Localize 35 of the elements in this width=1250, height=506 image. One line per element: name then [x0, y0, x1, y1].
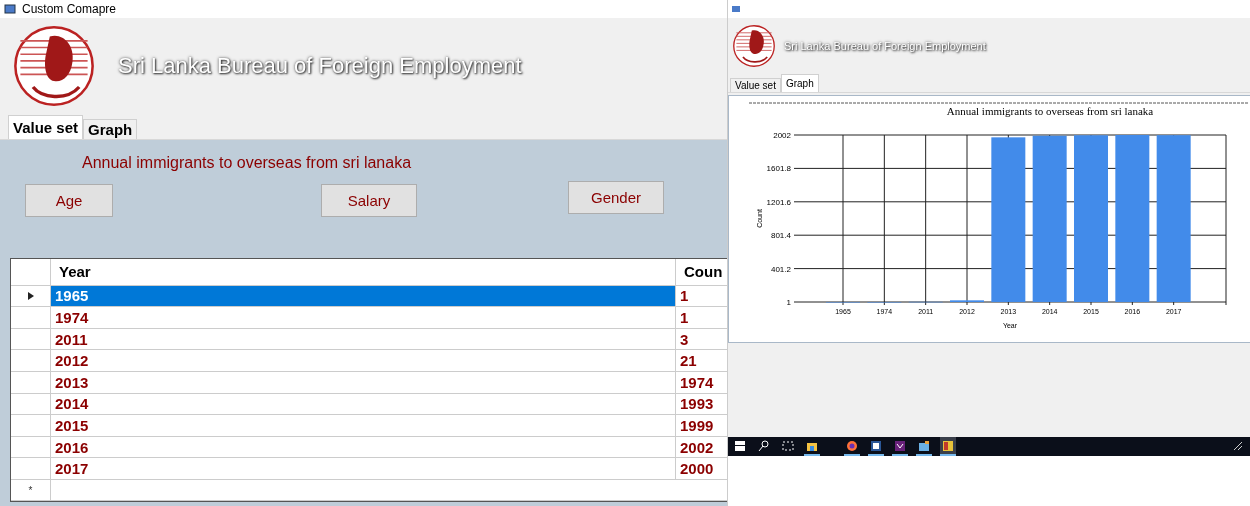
- app-window-icon: [918, 439, 930, 452]
- document-icon: [870, 439, 882, 452]
- header-title: Sri Lanka Bureau of Foreign Employment: [118, 53, 522, 80]
- taskbar-app-button[interactable]: [940, 437, 956, 456]
- form-app-icon: [942, 439, 954, 452]
- task-view-icon: [782, 439, 794, 452]
- y-tick-label: 2002: [773, 131, 791, 140]
- y-tick-label: 1201.6: [766, 197, 791, 207]
- column-header[interactable]: Year: [51, 258, 676, 285]
- filter-button[interactable]: Age: [25, 183, 113, 217]
- window-title: Custom Comapre: [22, 1, 117, 16]
- tab[interactable]: Graph: [83, 118, 138, 139]
- y-tick-label: 1: [786, 298, 791, 307]
- network-icon: [1232, 439, 1244, 452]
- chart-title: Annual immigrants to overseas from sri lanaka: [946, 105, 1154, 117]
- current-row-icon: [27, 291, 34, 300]
- windows-icon: [734, 439, 746, 452]
- panel-heading: Annual immigrants to overseas from sri lanaka: [82, 153, 413, 172]
- search-icon: [758, 439, 770, 452]
- y-tick-label: 401.2: [770, 264, 791, 274]
- y-tick-label: 801.4: [770, 231, 791, 241]
- window-icon: [732, 6, 740, 12]
- filter-button[interactable]: Gender: [568, 180, 664, 214]
- new-row-marker: *: [28, 484, 33, 496]
- logo-drawing: [732, 24, 776, 68]
- header-title: Sri Lanka Bureau of Foreign Employment: [784, 40, 986, 52]
- code-editor-icon: [894, 439, 906, 452]
- filter-button[interactable]: Salary: [321, 183, 417, 217]
- y-tick-label: 1601.8: [766, 164, 791, 174]
- tab[interactable]: Value set: [730, 78, 781, 92]
- tab[interactable]: Graph: [780, 74, 819, 92]
- tab[interactable]: Value set: [8, 114, 84, 139]
- year-cell: 1965: [51, 285, 676, 307]
- window-icon: [4, 3, 16, 14]
- browser-icon: [846, 439, 858, 452]
